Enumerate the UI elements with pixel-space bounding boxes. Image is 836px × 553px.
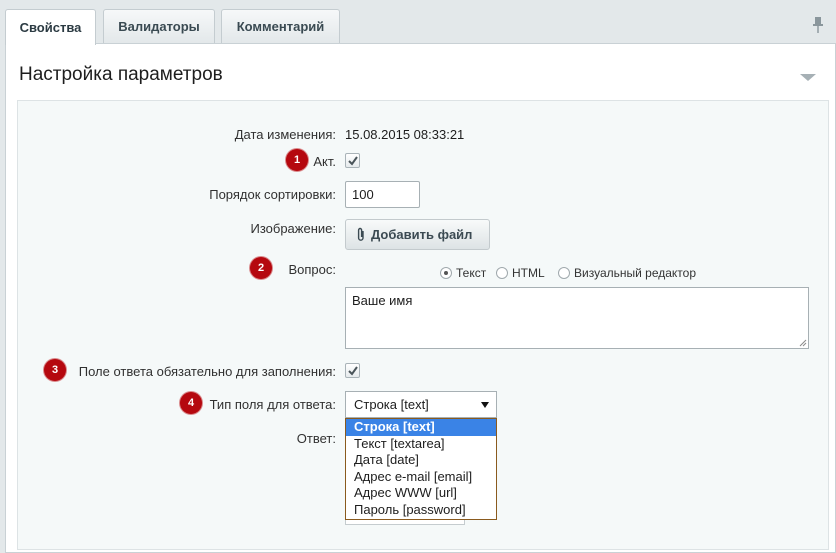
tab-label: Свойства [19,20,82,35]
step-badge-2: 2 [250,257,272,279]
field-type-select[interactable]: Строка [text] [345,391,497,418]
dropdown-option[interactable]: Пароль [password] [346,502,496,519]
answer-label: Ответ: [296,431,336,446]
step-badge-1: 1 [286,149,308,171]
dropdown-option[interactable]: Адрес e-mail [email] [346,469,496,486]
mode-text-option[interactable]: Текст [440,266,486,280]
pin-icon[interactable] [812,16,824,34]
section-title: Настройка параметров [19,64,223,85]
check-icon [348,366,358,376]
sort-input[interactable]: 100 [345,181,420,208]
mode-visual-option[interactable]: Визуальный редактор [558,266,696,280]
dropdown-option[interactable]: Строка [text] [346,419,496,436]
question-text: Ваше имя [352,293,413,308]
field-type-label: Тип поля для ответа: [209,397,336,412]
tab-label: Валидаторы [118,19,200,34]
active-label: Акт. [313,154,336,169]
radio-label: HTML [512,266,545,280]
question-textarea[interactable]: Ваше имя [345,287,809,349]
sort-label: Порядок сортировки: [209,187,336,202]
radio-label: Визуальный редактор [574,266,697,280]
dropdown-option[interactable]: Текст [textarea] [346,436,496,453]
date-label: Дата изменения: [234,127,336,142]
dropdown-option[interactable]: Адрес WWW [url] [346,485,496,502]
image-label: Изображение: [250,221,336,236]
radio-html[interactable] [496,267,508,279]
collapse-icon[interactable] [800,74,816,81]
dropdown-arrow-icon [481,402,489,408]
tab-comment[interactable]: Комментарий [221,9,340,43]
required-checkbox[interactable] [345,363,360,378]
radio-visual[interactable] [558,267,570,279]
tab-bar: Свойства Валидаторы Комментарий [0,0,836,45]
required-label: Поле ответа обязательно для заполнения: [78,364,336,379]
step-badge-4: 4 [180,392,202,414]
tab-validators[interactable]: Валидаторы [103,9,215,43]
tab-properties[interactable]: Свойства [5,9,96,45]
dropdown-option[interactable]: Дата [date] [346,452,496,469]
date-value: 15.08.2015 08:33:21 [345,127,465,142]
check-icon [348,156,358,166]
resize-grip-icon[interactable] [799,339,807,347]
mode-html-option[interactable]: HTML [496,266,545,280]
active-checkbox[interactable] [345,153,360,168]
add-file-label: Добавить файл [371,227,473,242]
field-type-dropdown-list: Строка [text] Текст [textarea] Дата [dat… [345,418,497,520]
field-type-value: Строка [text] [354,397,429,412]
question-label: Вопрос: [288,262,336,277]
tab-label: Комментарий [236,19,325,34]
add-file-button[interactable]: Добавить файл [345,219,490,250]
radio-text[interactable] [440,267,452,279]
step-badge-3: 3 [44,359,66,381]
radio-label: Текст [456,266,487,280]
paperclip-icon [357,227,364,241]
